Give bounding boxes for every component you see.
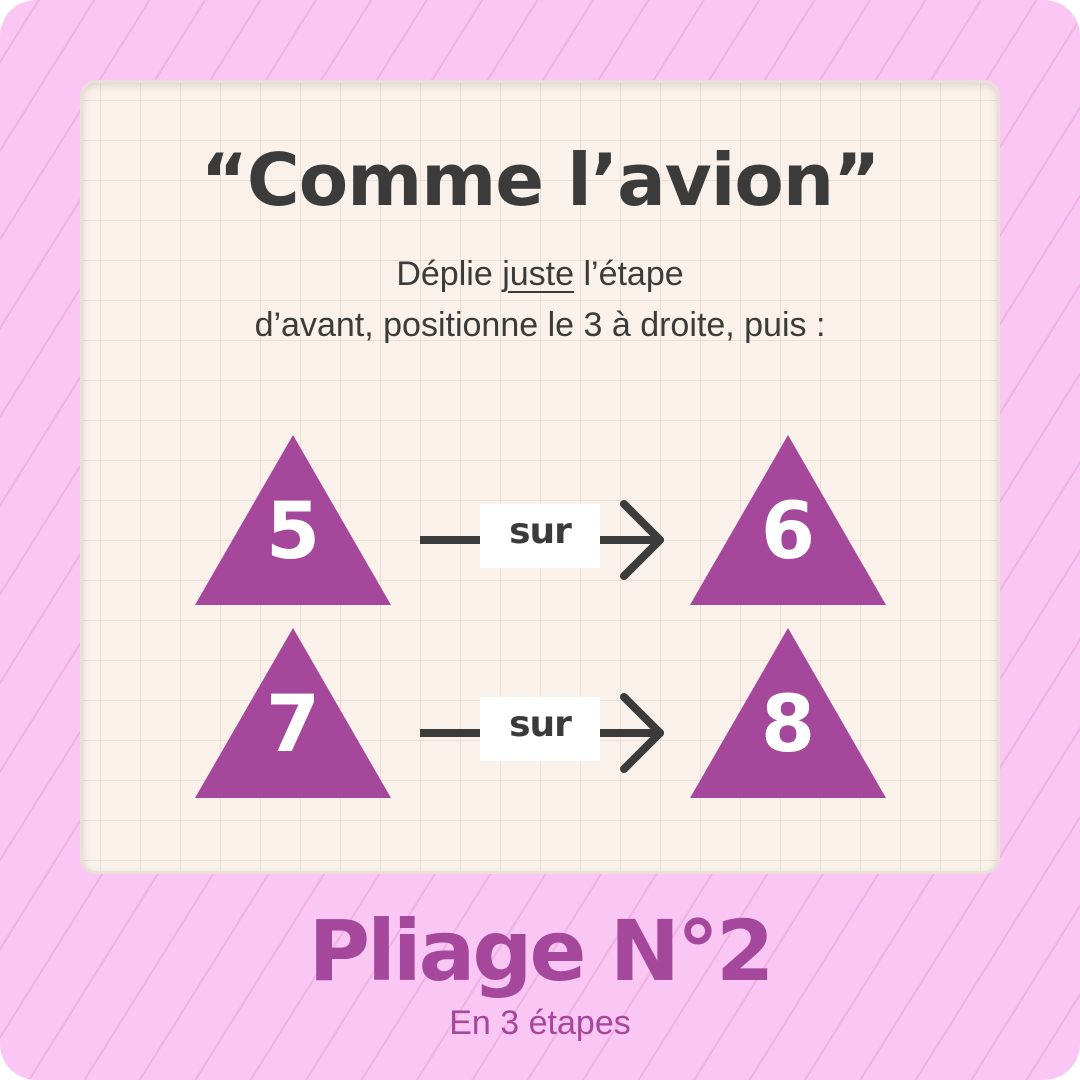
triangle-from-5: 5 (195, 435, 391, 605)
instruction-text-after: l’étape (574, 255, 684, 293)
triangle-number: 6 (760, 487, 816, 577)
triangle-number: 7 (265, 680, 321, 770)
footer-subtitle: En 3 étapes (449, 1004, 631, 1042)
step-arrow-2: sur (420, 693, 670, 773)
triangle-number: 8 (760, 680, 816, 770)
step-arrow-1: sur (420, 500, 670, 580)
triangle-number: 5 (265, 487, 321, 577)
card-title: “Comme l’avion” (200, 138, 881, 222)
instruction-line-1: Déplie juste l’étape (100, 255, 980, 294)
triangle-to-8: 8 (690, 628, 886, 798)
triangle-from-7: 7 (195, 628, 391, 798)
footer-title: Pliage N°2 (308, 902, 775, 1000)
connector-label: sur (509, 704, 572, 745)
instruction-line-2: d’avant, positionne le 3 à droite, puis … (254, 306, 826, 344)
connector-label: sur (509, 511, 572, 552)
triangle-to-6: 6 (690, 435, 886, 605)
instruction-text-before: Déplie (396, 255, 503, 293)
page: “Comme l’avion” Déplie juste l’étape d’a… (0, 0, 1080, 1080)
instruction-emphasis: juste (502, 255, 575, 293)
